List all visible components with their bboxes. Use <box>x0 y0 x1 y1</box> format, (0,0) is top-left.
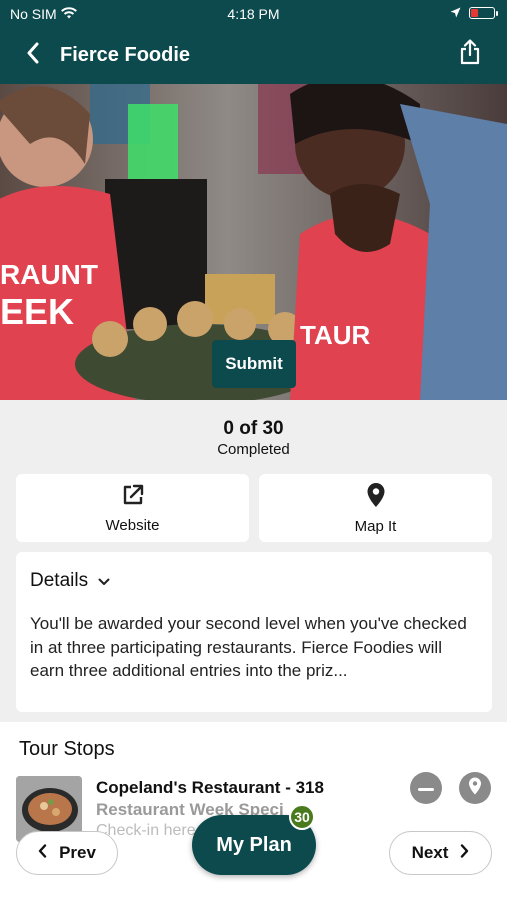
prev-label: Prev <box>59 843 96 862</box>
progress-count: 0 of 30 <box>223 418 284 439</box>
minus-icon <box>418 779 434 797</box>
share-button[interactable] <box>455 38 485 70</box>
chevron-left-icon <box>38 843 47 863</box>
progress-label: Completed <box>217 441 290 458</box>
chevron-down-icon <box>98 570 110 592</box>
progress-summary: 0 of 30 Completed <box>0 400 507 470</box>
back-button[interactable] <box>18 40 48 70</box>
map-it-button[interactable]: Map It <box>259 474 492 542</box>
svg-text:EEK: EEK <box>0 291 74 332</box>
details-toggle[interactable]: Details <box>30 570 110 592</box>
stop-name[interactable]: Copeland's Restaurant - 318 <box>96 778 324 798</box>
svg-text:RAUNT: RAUNT <box>0 259 98 290</box>
map-pin-icon <box>366 482 386 512</box>
details-text: You'll be awarded your second level when… <box>30 614 467 680</box>
external-link-icon <box>121 483 145 511</box>
website-button[interactable]: Website <box>16 474 249 542</box>
next-label: Next <box>411 843 449 862</box>
page-title: Fierce Foodie <box>60 44 191 66</box>
chevron-right-icon <box>460 843 469 863</box>
details-title: Details <box>30 570 89 591</box>
submit-button[interactable]: Submit <box>212 340 296 388</box>
top-nav-bar: Fierce Foodie <box>0 28 507 84</box>
battery-icon <box>469 7 498 19</box>
remove-stop-button[interactable] <box>410 772 442 804</box>
tour-stops-heading: Tour Stops <box>19 738 115 760</box>
chevron-left-icon <box>26 42 40 69</box>
next-button[interactable]: Next <box>389 831 492 875</box>
location-arrow-icon <box>450 5 461 21</box>
website-label: Website <box>105 516 160 534</box>
svg-text:TAUR: TAUR <box>300 320 371 350</box>
details-card: Details You'll be awarded your second le… <box>16 552 492 712</box>
prev-button[interactable]: Prev <box>16 831 118 875</box>
map-pin-icon <box>468 777 482 800</box>
share-icon <box>459 38 481 70</box>
map-it-label: Map It <box>354 517 397 535</box>
status-bar: No SIM 4:18 PM <box>0 0 507 28</box>
plan-count-badge: 30 <box>289 804 315 830</box>
my-plan-label: My Plan <box>216 833 292 856</box>
clock: 4:18 PM <box>227 6 280 22</box>
stop-location-button[interactable] <box>459 772 491 804</box>
